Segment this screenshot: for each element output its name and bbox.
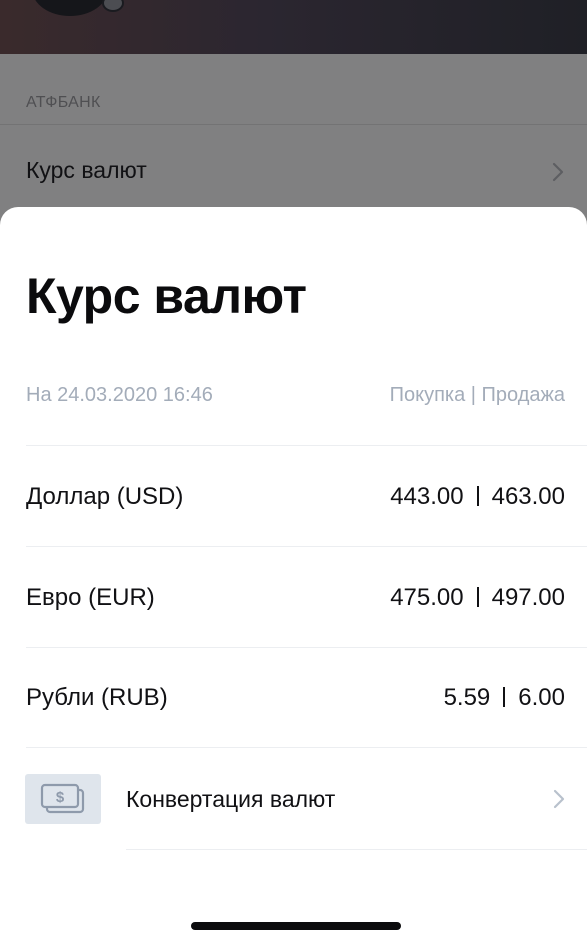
currency-rates: 5.59 6.00 bbox=[444, 684, 565, 712]
buy-rate: 5.59 bbox=[443, 684, 491, 711]
chevron-right-icon bbox=[552, 162, 564, 182]
money-convert-icon: $ bbox=[25, 774, 101, 824]
screen: АТФБАНК Курс валют Курс валют На 24.03.2… bbox=[0, 0, 587, 943]
buy-rate: 475.00 bbox=[390, 584, 464, 611]
divider bbox=[26, 747, 587, 748]
bank-section-title: АТФБАНК bbox=[26, 94, 101, 111]
chevron-right-icon bbox=[553, 789, 565, 809]
sheet-title: Курс валют bbox=[26, 268, 307, 324]
currency-name: Доллар (USD) bbox=[26, 483, 184, 510]
sell-rate: 463.00 bbox=[491, 483, 565, 510]
currency-name: Евро (EUR) bbox=[26, 584, 155, 611]
rate-separator bbox=[503, 687, 506, 707]
divider bbox=[126, 849, 587, 850]
rate-row-usd: Доллар (USD) 443.00 463.00 bbox=[0, 447, 587, 547]
background-divider bbox=[0, 124, 587, 125]
svg-text:$: $ bbox=[56, 789, 65, 806]
currency-rates: 475.00 497.00 bbox=[390, 584, 565, 612]
background-row-exchange-rates[interactable]: Курс валют bbox=[26, 157, 147, 184]
rates-date: На 24.03.2020 16:46 bbox=[26, 384, 213, 406]
currency-rates: 443.00 463.00 bbox=[390, 483, 565, 511]
exchange-rates-sheet: Курс валют На 24.03.2020 16:46 Покупка |… bbox=[0, 207, 587, 943]
rate-separator bbox=[476, 486, 479, 506]
currency-conversion-row[interactable]: $ Конвертация валют bbox=[0, 749, 587, 849]
sell-rate: 6.00 bbox=[518, 684, 565, 711]
rate-row-eur: Евро (EUR) 475.00 497.00 bbox=[0, 548, 587, 648]
rates-columns-header: Покупка | Продажа bbox=[389, 384, 565, 406]
home-indicator[interactable] bbox=[191, 922, 401, 930]
buy-rate: 443.00 bbox=[390, 483, 464, 510]
rate-row-rub: Рубли (RUB) 5.59 6.00 bbox=[0, 648, 587, 748]
divider bbox=[26, 445, 587, 446]
sell-rate: 497.00 bbox=[491, 584, 565, 611]
currency-name: Рубли (RUB) bbox=[26, 684, 168, 711]
divider bbox=[26, 546, 587, 547]
rate-separator bbox=[476, 587, 479, 607]
currency-conversion-label: Конвертация валют bbox=[126, 786, 336, 812]
